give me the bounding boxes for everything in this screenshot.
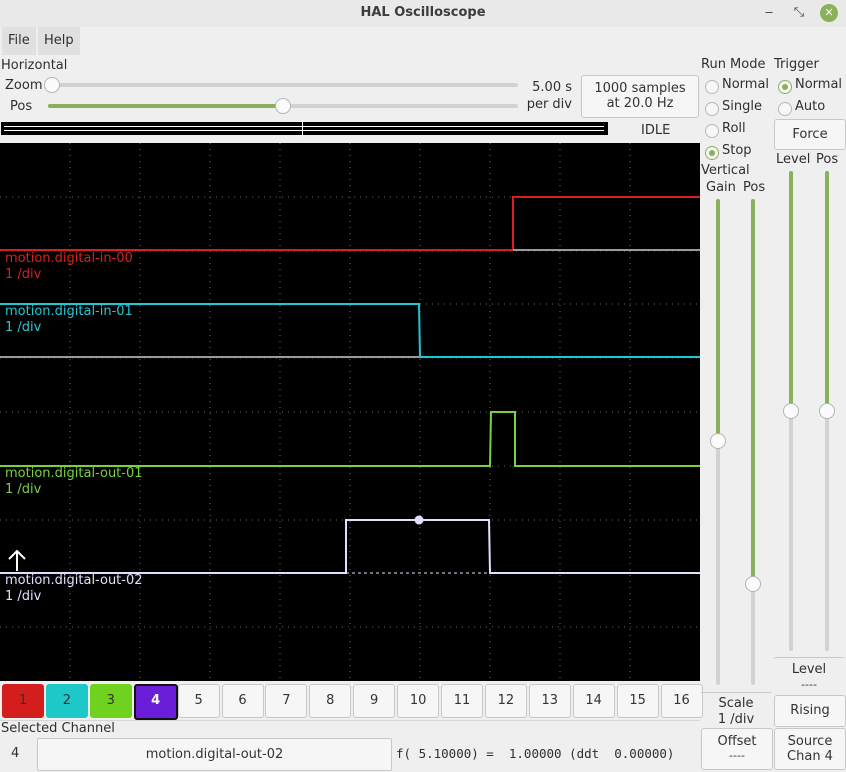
record-position-marker xyxy=(302,120,303,137)
source-button[interactable]: Source Chan 4 xyxy=(774,728,846,770)
trace-label-4: motion.digital-out-02 xyxy=(5,573,143,588)
zoom-label: Zoom xyxy=(5,78,43,93)
source-line2: Chan 4 xyxy=(787,749,833,764)
trace-scale-2: 1 /div xyxy=(5,320,42,335)
pos-fill xyxy=(48,104,283,108)
vertical-pos-label: Pos xyxy=(743,180,766,195)
minimize-icon[interactable]: ‒ xyxy=(760,4,778,22)
close-icon[interactable]: ✕ xyxy=(820,4,838,22)
channel-button-3[interactable]: 3 xyxy=(89,684,132,718)
per-div-unit: per div xyxy=(526,97,572,112)
scope-display[interactable]: motion.digital-in-00 1 /div motion.digit… xyxy=(0,143,700,681)
trace-digital-out-01 xyxy=(0,411,700,467)
zoom-track[interactable] xyxy=(48,83,518,87)
channel-button-11[interactable]: 11 xyxy=(441,684,483,718)
trigger-level-fill xyxy=(789,171,793,411)
vertical-pos-handle[interactable] xyxy=(745,576,761,592)
scale-label: Scale xyxy=(718,696,754,711)
pos-label: Pos xyxy=(10,99,33,114)
channel-button-6[interactable]: 6 xyxy=(221,684,264,718)
vertical-gain-handle[interactable] xyxy=(710,433,726,449)
maximize-icon[interactable]: ⤡ xyxy=(790,4,808,22)
radio-icon xyxy=(705,146,719,160)
run-mode-label: Normal xyxy=(722,77,770,92)
offset-value: ---- xyxy=(729,749,745,762)
channel-button-2[interactable]: 2 xyxy=(45,684,88,718)
offset-button[interactable]: Offset ---- xyxy=(701,728,773,770)
trace-label-2: motion.digital-in-01 xyxy=(5,304,133,319)
rising-button[interactable]: Rising xyxy=(774,695,846,727)
radio-icon xyxy=(778,102,792,116)
trace-label-3: motion.digital-out-01 xyxy=(5,466,143,481)
trigger-mode-label: Auto xyxy=(795,99,826,114)
trigger-level-handle[interactable] xyxy=(783,403,799,419)
vertical-gain-fill xyxy=(716,199,720,441)
channel-button-12[interactable]: 12 xyxy=(484,684,527,718)
window-title: HAL Oscilloscope xyxy=(360,5,486,20)
run-mode-label: Stop xyxy=(722,143,752,158)
trace-label-1: motion.digital-in-00 xyxy=(5,251,133,266)
trigger-arrow-icon xyxy=(8,549,26,571)
trigger-pos-fill xyxy=(825,171,829,411)
channel-button-1[interactable]: 1 xyxy=(2,684,44,718)
menu-bar xyxy=(0,27,846,55)
trace-scale-1: 1 /div xyxy=(5,267,42,282)
state-label: IDLE xyxy=(641,123,671,138)
vertical-label: Vertical xyxy=(701,163,750,178)
samples-button[interactable]: 1000 samples at 20.0 Hz xyxy=(581,75,699,118)
radio-icon xyxy=(705,80,719,94)
offset-label: Offset xyxy=(717,734,757,749)
samples-line1: 1000 samples xyxy=(594,81,686,96)
trace-digital-in-00 xyxy=(0,196,700,251)
radio-icon xyxy=(705,124,719,138)
channel-button-4[interactable]: 4 xyxy=(133,684,178,720)
radio-icon xyxy=(778,80,792,94)
source-line1: Source xyxy=(787,734,833,749)
horizontal-label: Horizontal xyxy=(1,58,68,73)
pos-slider-handle[interactable] xyxy=(275,98,291,114)
trigger-mode-label: Normal xyxy=(795,77,843,92)
channel-button-16[interactable]: 16 xyxy=(660,684,703,718)
channel-button-9[interactable]: 9 xyxy=(353,684,396,718)
trace-scale-3: 1 /div xyxy=(5,482,42,497)
run-mode-label: Single xyxy=(722,99,762,114)
trigger-level-value: ---- xyxy=(801,678,817,691)
per-div-value: 5.00 s xyxy=(532,80,572,95)
channel-readout: f( 5.10000) = 1.00000 (ddt 0.00000) xyxy=(396,746,675,761)
scale-value: 1 /div xyxy=(717,712,755,727)
zoom-slider-handle[interactable] xyxy=(44,77,60,93)
menu-help[interactable]: Help xyxy=(38,27,80,55)
channel-button-13[interactable]: 13 xyxy=(528,684,571,718)
radio-icon xyxy=(705,102,719,116)
samples-line2: at 20.0 Hz xyxy=(606,96,674,111)
run-mode-label: Roll xyxy=(722,121,746,136)
trigger-pos-handle[interactable] xyxy=(819,403,835,419)
trace-scale-4: 1 /div xyxy=(5,589,42,604)
channel-button-10[interactable]: 10 xyxy=(397,684,440,718)
trigger-level-value-label: Level xyxy=(791,662,827,677)
run-mode-label: Run Mode xyxy=(701,57,766,72)
channel-button-5[interactable]: 5 xyxy=(177,684,220,718)
menu-file[interactable]: File xyxy=(2,27,36,55)
scope-canvas xyxy=(0,143,700,681)
selected-channel-label: Selected Channel xyxy=(1,721,115,736)
selected-channel-number: 4 xyxy=(11,746,20,761)
trigger-level-label: Level xyxy=(776,152,811,167)
selected-channel-name-button[interactable]: motion.digital-out-02 xyxy=(37,738,392,771)
cursor-dot xyxy=(414,515,424,525)
channel-button-15[interactable]: 15 xyxy=(616,684,659,718)
channel-button-14[interactable]: 14 xyxy=(572,684,615,718)
trigger-label: Trigger xyxy=(774,57,819,72)
vertical-pos-fill xyxy=(751,199,755,584)
trigger-pos-label: Pos xyxy=(816,152,839,167)
scope-grid xyxy=(0,143,700,681)
channel-button-7[interactable]: 7 xyxy=(265,684,308,718)
record-position-bar[interactable] xyxy=(1,120,608,137)
channel-button-8[interactable]: 8 xyxy=(309,684,352,718)
vertical-gain-label: Gain xyxy=(706,180,736,195)
force-button[interactable]: Force xyxy=(774,119,846,150)
